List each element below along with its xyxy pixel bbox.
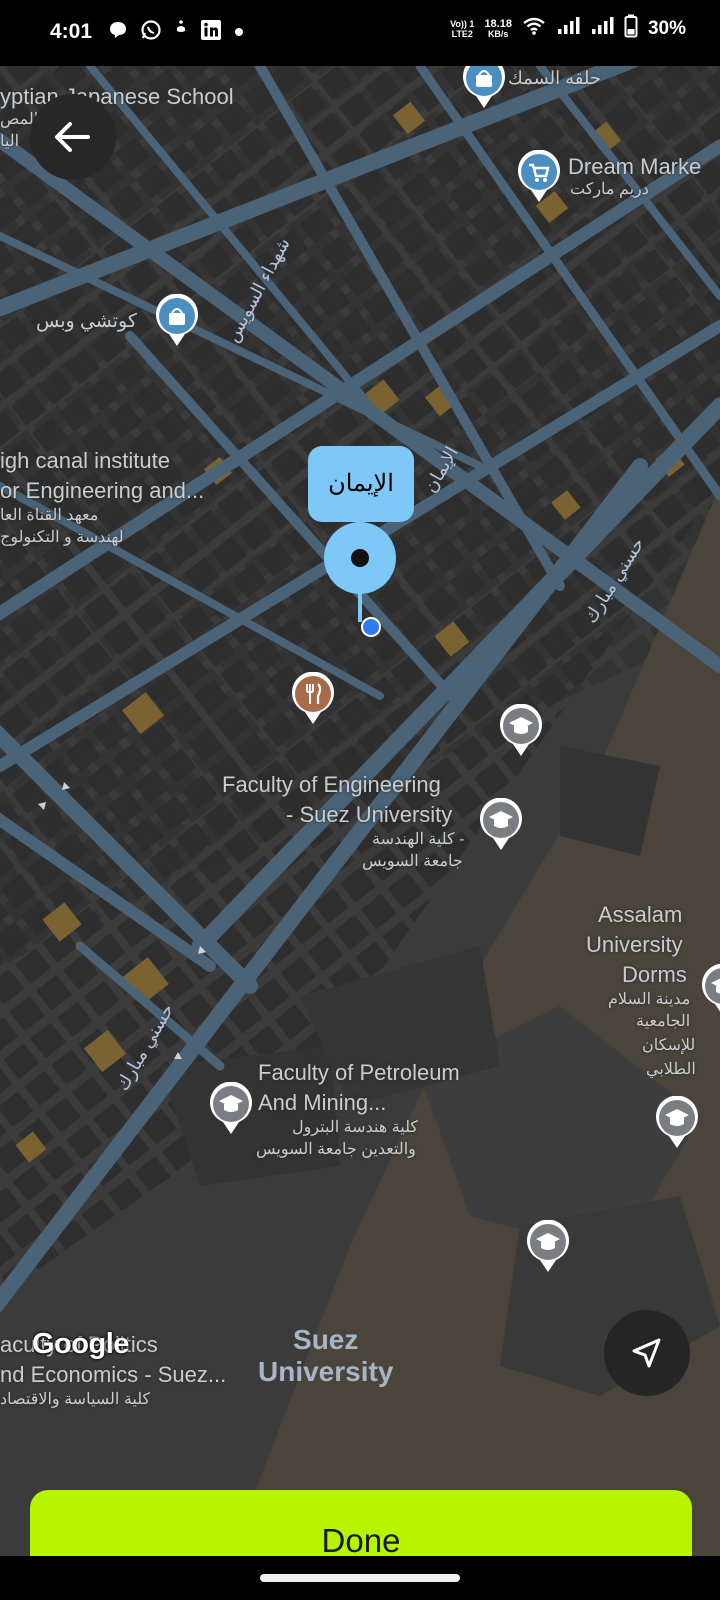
school-icon[interactable] bbox=[654, 1096, 700, 1150]
school-icon[interactable] bbox=[478, 798, 524, 852]
shopping-bag-icon[interactable] bbox=[461, 66, 507, 110]
done-button[interactable]: Done bbox=[30, 1490, 692, 1556]
khaleej-icon bbox=[174, 18, 188, 47]
speed-unit: KB/s bbox=[487, 28, 509, 39]
volte-indicator: Vo)) 1 LTE2 bbox=[450, 19, 474, 39]
navigation-arrow-icon bbox=[632, 1338, 661, 1368]
school-icon[interactable] bbox=[525, 1220, 571, 1274]
chat-icon bbox=[108, 20, 128, 45]
shopping-bag-icon[interactable] bbox=[154, 294, 200, 348]
school-icon[interactable] bbox=[700, 964, 720, 1018]
school-icon[interactable] bbox=[498, 704, 544, 758]
speed-value: 18.18 bbox=[484, 17, 512, 30]
school-icon[interactable] bbox=[208, 1082, 254, 1136]
battery-icon bbox=[624, 14, 638, 43]
current-location-dot bbox=[361, 617, 381, 637]
network-type: LTE2 bbox=[451, 28, 473, 39]
my-location-button[interactable] bbox=[604, 1310, 690, 1396]
network-speed: 18.18 KB/s bbox=[484, 17, 512, 39]
status-time: 4:01 bbox=[50, 20, 93, 43]
label-faculty-engineering-ar-2: جامعة السويس bbox=[362, 853, 463, 870]
label-canal-ar-2: لهندسة و التكنولوج bbox=[0, 529, 124, 546]
label-assalam-3: Dorms bbox=[622, 962, 687, 987]
label-petroleum-2: And Mining... bbox=[258, 1090, 387, 1115]
selected-place-bubble: الإيمان bbox=[308, 446, 414, 522]
label-assalam-ar-1: مدينة السلام bbox=[608, 991, 691, 1008]
label-petroleum-ar-1: كلية هندسة البترول bbox=[292, 1119, 419, 1136]
label-assalam-2: University bbox=[586, 932, 683, 957]
notification-icons bbox=[108, 18, 244, 47]
map-view[interactable]: شهداء السويس الإيمان حسني مبارك حسني مبا… bbox=[0, 66, 720, 1556]
label-canal-ar-1: معهد القناة العا bbox=[0, 507, 99, 524]
wifi-icon bbox=[522, 16, 546, 41]
battery-percent: 30% bbox=[647, 17, 686, 39]
label-kotshi: كوتشي وبس bbox=[36, 311, 137, 332]
system-icons: Vo)) 1 LTE2 18.18 KB/s 30% bbox=[450, 14, 686, 43]
status-bar: 4:01 Vo)) 1 LTE2 18.18 KB/s 30% bbox=[0, 0, 720, 66]
label-dream-market: Dream Marke bbox=[568, 154, 702, 179]
linkedin-icon bbox=[200, 19, 222, 46]
label-canal-2: or Engineering and... bbox=[0, 478, 205, 503]
label-faculty-engineering-1: Faculty of Engineering bbox=[222, 772, 441, 797]
restaurant-icon[interactable] bbox=[290, 672, 336, 726]
label-faculty-engineering-ar-1: كلية الهندسة - bbox=[372, 831, 465, 848]
label-school-ar-2: اليا bbox=[0, 133, 20, 150]
suez-university-line2: University bbox=[258, 1356, 394, 1387]
marker-center-dot bbox=[351, 549, 369, 567]
shopping-cart-icon[interactable] bbox=[516, 150, 562, 204]
label-petroleum-1: Faculty of Petroleum bbox=[258, 1060, 460, 1085]
label-politics-ar-1: كلية السياسة والاقتصاد bbox=[0, 1391, 151, 1408]
navigation-bar bbox=[0, 1556, 720, 1600]
google-attribution: Google bbox=[32, 1328, 129, 1360]
home-gesture-handle[interactable] bbox=[260, 1574, 460, 1582]
label-suez-university: Suez University bbox=[258, 1324, 393, 1388]
label-faculty-engineering-2: - Suez University bbox=[286, 802, 453, 827]
marker-stem bbox=[358, 590, 362, 622]
label-fish-ring: حلقه السمك bbox=[508, 68, 601, 88]
suez-university-line1: Suez bbox=[293, 1324, 359, 1355]
dot-icon bbox=[234, 24, 244, 42]
signal-icon bbox=[590, 16, 614, 41]
label-politics-2: nd Economics - Suez... bbox=[0, 1362, 227, 1387]
label-canal-1: igh canal institute bbox=[0, 448, 170, 473]
label-assalam-ar-3: للإسكان bbox=[642, 1037, 696, 1054]
label-petroleum-ar-2: والتعدين جامعة السويس bbox=[256, 1141, 416, 1158]
label-assalam-ar-2: الجامعية bbox=[636, 1013, 691, 1030]
signal-icon bbox=[556, 16, 580, 41]
label-dream-market-ar: دريم ماركت bbox=[570, 181, 649, 198]
arrow-left-icon bbox=[55, 122, 90, 152]
label-assalam-1: Assalam bbox=[598, 902, 683, 927]
back-button[interactable] bbox=[30, 94, 116, 180]
volte-label: Vo)) 1 bbox=[450, 18, 475, 29]
label-assalam-ar-4: الطلابي bbox=[646, 1061, 696, 1078]
whatsapp-icon bbox=[140, 19, 162, 46]
